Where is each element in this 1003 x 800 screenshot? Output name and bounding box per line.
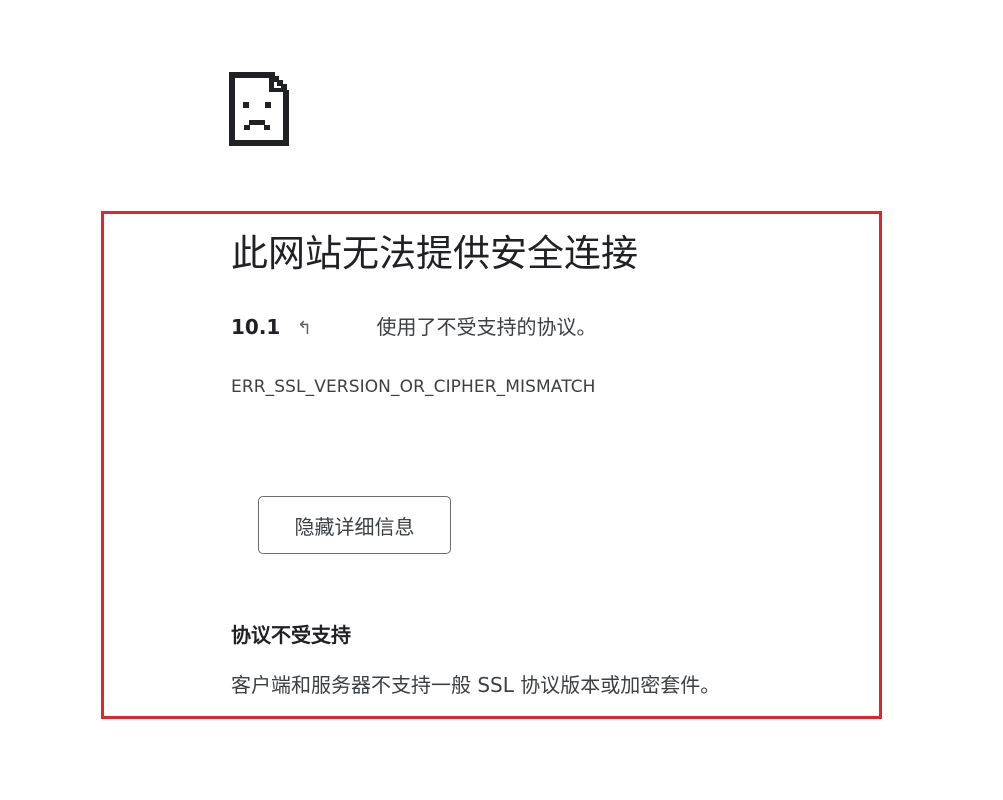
details-text: 客户端和服务器不支持一般 SSL 协议版本或加密套件。 [231, 673, 721, 697]
details-heading: 协议不受支持 [231, 623, 351, 647]
hide-details-button[interactable]: 隐藏详细信息 [258, 496, 451, 554]
main-heading: 此网站无法提供安全连接 [231, 232, 638, 275]
error-code: ERR_SSL_VERSION_OR_CIPHER_MISMATCH [231, 377, 596, 397]
sad-page-icon [229, 72, 289, 146]
site-message: 使用了不受支持的协议。 [376, 315, 597, 339]
site-message-line: 10.1 ↰ 使用了不受支持的协议。 [231, 312, 597, 342]
site-host-glyph: ↰ [296, 318, 312, 339]
highlight-box [101, 211, 882, 719]
site-host: 10.1 [231, 315, 281, 339]
